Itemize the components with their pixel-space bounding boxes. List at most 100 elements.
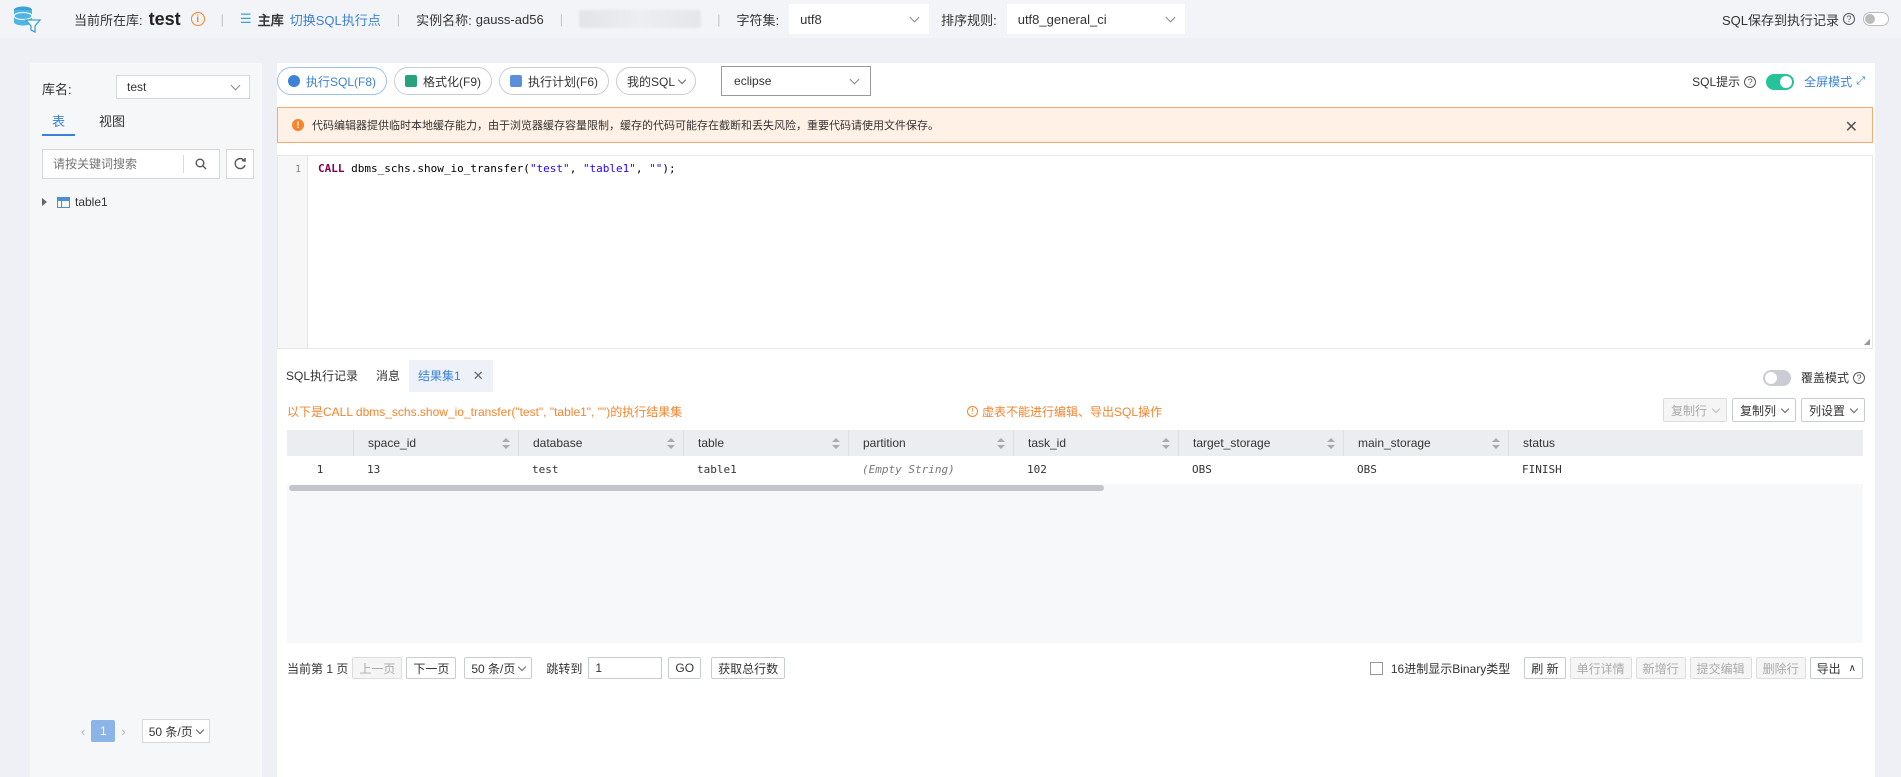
column-header[interactable]: table <box>683 430 848 456</box>
help-icon[interactable]: ? <box>1744 75 1757 88</box>
column-header[interactable]: main_storage <box>1343 430 1508 456</box>
row-detail-button[interactable]: 单行详情 <box>1569 657 1632 679</box>
format-button[interactable]: 格式化(F9) <box>394 67 493 95</box>
main-db-label: 主库 <box>257 12 284 28</box>
help-icon[interactable]: ? <box>1843 13 1855 25</box>
object-type-tabs: 表 视图 <box>42 111 149 136</box>
resize-handle[interactable]: ◢ <box>1864 337 1870 346</box>
db-select-value: test <box>127 80 147 94</box>
cache-warning-banner: ! 代码编辑器提供临时本地缓存能力，由于浏览器缓存容量限制，缓存的代码可能存在截… <box>277 107 1873 143</box>
sort-icon[interactable] <box>997 438 1005 449</box>
close-icon[interactable]: ✕ <box>1845 117 1858 137</box>
column-header-label: partition <box>863 436 906 450</box>
prev-page-icon[interactable]: ‹ <box>81 724 85 739</box>
column-header[interactable]: space_id <box>353 430 518 456</box>
delete-row-button[interactable]: 删除行 <box>1755 657 1806 679</box>
table-row[interactable]: 1 13 test table1 (Empty String) 102 OBS … <box>287 456 1863 484</box>
tab-resultset-label: 结果集1 <box>418 369 461 383</box>
refresh-button[interactable] <box>226 149 254 179</box>
submit-edit-button[interactable]: 提交编辑 <box>1689 657 1752 679</box>
collation-value: utf8_general_ci <box>1017 11 1107 27</box>
sort-icon[interactable] <box>832 438 840 449</box>
plan-icon <box>510 75 523 87</box>
db-select[interactable]: test <box>116 75 250 99</box>
save-history-toggle[interactable] <box>1863 12 1889 26</box>
switch-sql-node-link[interactable]: 切换SQL执行点 <box>290 10 381 29</box>
jump-page-input[interactable]: 1 <box>588 657 663 679</box>
current-page[interactable]: 1 <box>91 720 116 742</box>
warning-icon: ! <box>967 406 978 417</box>
sort-icon[interactable] <box>1162 438 1170 449</box>
chevron-down-icon <box>1165 12 1176 22</box>
add-row-button[interactable]: 新增行 <box>1635 657 1686 679</box>
table-cell[interactable]: OBS <box>1343 456 1508 484</box>
sql-code[interactable]: CALL dbms_schs.show_io_transfer("test", … <box>318 162 676 175</box>
run-sql-button[interactable]: 执行SQL(F8) <box>277 67 388 95</box>
sort-icon[interactable] <box>1492 438 1500 449</box>
per-page-select[interactable]: 50 条/页 <box>141 719 210 743</box>
explain-plan-button[interactable]: 执行计划(F6) <box>499 67 610 95</box>
tab-views[interactable]: 视图 <box>89 111 135 136</box>
prev-page-button[interactable]: 上一页 <box>352 657 403 679</box>
play-icon <box>288 75 300 87</box>
table-cell[interactable]: FINISH <box>1508 456 1863 484</box>
tab-sql-history[interactable]: SQL执行记录 <box>277 360 367 392</box>
table-cell[interactable]: OBS <box>1178 456 1343 484</box>
my-sql-dropdown[interactable]: 我的SQL <box>616 67 697 95</box>
tab-messages[interactable]: 消息 <box>367 360 409 392</box>
get-total-rows-button[interactable]: 获取总行数 <box>711 657 786 679</box>
fullscreen-icon[interactable]: ⤢ <box>1856 75 1865 88</box>
column-header[interactable]: task_id <box>1013 430 1178 456</box>
hex-binary-checkbox[interactable] <box>1369 661 1383 675</box>
table-cell[interactable]: (Empty String) <box>848 456 1013 484</box>
close-icon[interactable]: ✕ <box>473 360 484 392</box>
expand-arrow-icon[interactable] <box>42 198 47 206</box>
next-page-icon[interactable]: › <box>121 724 125 739</box>
sort-icon[interactable] <box>667 438 675 449</box>
cover-mode-toggle[interactable] <box>1762 369 1791 386</box>
column-settings-button[interactable]: 列设置 <box>1800 398 1865 422</box>
horizontal-scrollbar[interactable] <box>289 485 1104 491</box>
save-history-control: SQL保存到执行记录 ? <box>1722 0 1889 38</box>
export-button[interactable]: 导出 ∧ <box>1809 657 1863 679</box>
table-cell[interactable]: test <box>518 456 683 484</box>
grid-header: space_id database table partition task_i… <box>287 430 1863 456</box>
search-input[interactable] <box>43 151 183 177</box>
chevron-down-icon <box>849 74 860 84</box>
sort-icon[interactable] <box>1327 438 1335 449</box>
column-header[interactable]: database <box>518 430 683 456</box>
collation-select[interactable]: utf8_general_ci <box>1006 4 1185 34</box>
fullscreen-link[interactable]: 全屏模式 <box>1804 73 1852 90</box>
copy-column-label: 复制列 <box>1739 403 1776 418</box>
column-header-label: database <box>533 436 583 450</box>
go-button[interactable]: GO <box>668 657 702 679</box>
table-cell[interactable]: 102 <box>1013 456 1178 484</box>
table-cell[interactable]: 13 <box>353 456 518 484</box>
sql-editor[interactable]: 1 CALL dbms_schs.show_io_transfer("test"… <box>277 155 1873 349</box>
charset-select[interactable]: utf8 <box>789 4 930 34</box>
tree-node-table[interactable]: table1 <box>42 195 108 209</box>
footer-actions: 16进制显示Binary类型 刷 新 单行详情 新增行 提交编辑 删除行 导出 ∧ <box>1369 656 1863 680</box>
next-page-button[interactable]: 下一页 <box>406 657 457 679</box>
table-cell[interactable]: table1 <box>683 456 848 484</box>
help-icon[interactable]: ? <box>1853 371 1865 384</box>
copy-row-button[interactable]: 复制行 <box>1662 398 1727 422</box>
copy-column-button[interactable]: 复制列 <box>1731 398 1796 422</box>
column-header[interactable]: partition <box>848 430 1013 456</box>
sql-hint-toggle[interactable] <box>1766 73 1795 90</box>
cover-mode-label: 覆盖模式 <box>1800 371 1849 385</box>
search-icon[interactable] <box>184 150 218 178</box>
tab-tables[interactable]: 表 <box>42 111 76 136</box>
editor-theme-select[interactable]: eclipse <box>721 66 872 96</box>
divider: | <box>220 11 225 27</box>
column-header[interactable]: target_storage <box>1178 430 1343 456</box>
editor-options: SQL提示 ? 全屏模式 ⤢ <box>1692 73 1865 90</box>
info-icon[interactable]: i <box>190 12 205 26</box>
refresh-button[interactable]: 刷 新 <box>1524 657 1566 679</box>
column-header[interactable]: status <box>1508 430 1863 456</box>
per-page-select[interactable]: 50 条/页 <box>464 657 533 679</box>
tab-resultset-1[interactable]: 结果集1 ✕ <box>409 360 493 392</box>
sql-workspace: 执行SQL(F8) 格式化(F9) 执行计划(F6) 我的SQL eclipse… <box>277 63 1875 777</box>
db-row: 库名: <box>42 79 72 98</box>
sort-icon[interactable] <box>502 438 510 449</box>
